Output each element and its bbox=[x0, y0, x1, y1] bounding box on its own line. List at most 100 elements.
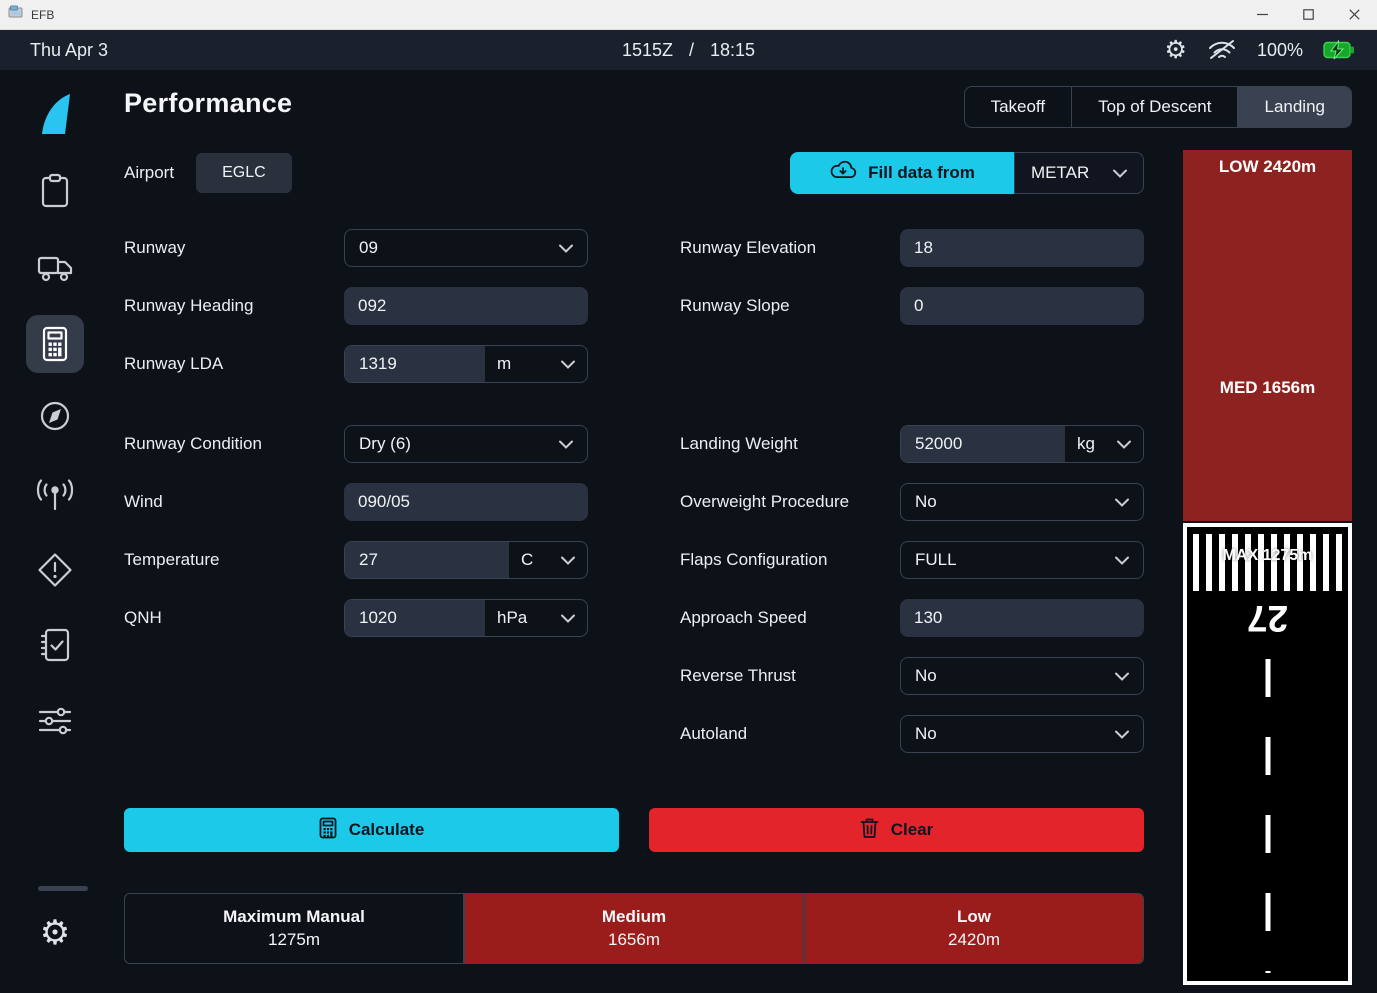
field-label: QNH bbox=[124, 608, 344, 628]
runway-lda-unit-select[interactable]: m bbox=[485, 346, 587, 382]
result-low: Low 2420m bbox=[803, 894, 1143, 963]
reverse-thrust-select[interactable]: No bbox=[900, 657, 1144, 695]
select-value: No bbox=[915, 492, 937, 512]
field-approach-speed: Approach Speed bbox=[680, 599, 1144, 637]
field-label: Runway Elevation bbox=[680, 238, 900, 258]
qnh-unit-select[interactable]: hPa bbox=[485, 600, 587, 636]
select-value: 09 bbox=[359, 238, 378, 258]
tab-takeoff[interactable]: Takeoff bbox=[965, 87, 1072, 127]
utc-time: 1515Z bbox=[622, 40, 673, 61]
maximize-button[interactable] bbox=[1285, 0, 1331, 29]
field-label: Runway Condition bbox=[124, 434, 344, 454]
field-label: Overweight Procedure bbox=[680, 492, 900, 512]
sidebar-item-truck[interactable] bbox=[0, 252, 110, 284]
airport-button[interactable]: EGLC bbox=[196, 153, 292, 193]
temperature-input[interactable] bbox=[345, 542, 509, 578]
select-value: No bbox=[915, 724, 937, 744]
calculate-label: Calculate bbox=[349, 820, 425, 840]
runway-elevation-input[interactable] bbox=[900, 229, 1144, 267]
airport-label: Airport bbox=[124, 163, 174, 183]
result-label: Low bbox=[957, 907, 991, 927]
sidebar-item-checklist[interactable] bbox=[0, 626, 110, 664]
landing-weight-unit-select[interactable]: kg bbox=[1065, 426, 1143, 462]
app-window-icon bbox=[8, 5, 24, 24]
landing-weight-input[interactable] bbox=[901, 426, 1065, 462]
field-label: Temperature bbox=[124, 550, 344, 570]
result-value: 1656m bbox=[608, 930, 660, 950]
sidebar-item-gear[interactable]: ⚙ bbox=[0, 916, 110, 950]
field-label: Reverse Thrust bbox=[680, 666, 900, 686]
field-reverse-thrust: Reverse Thrust No bbox=[680, 657, 1144, 695]
sidebar-item-sliders[interactable] bbox=[0, 703, 110, 739]
field-label: Landing Weight bbox=[680, 434, 900, 454]
runway-select[interactable]: 09 bbox=[344, 229, 588, 267]
temperature-unit-select[interactable]: C bbox=[509, 542, 587, 578]
tab-top-of-descent[interactable]: Top of Descent bbox=[1071, 87, 1237, 127]
sidebar-item-calculator[interactable] bbox=[26, 315, 84, 373]
field-autoland: Autoland No bbox=[680, 715, 1144, 753]
field-label: Approach Speed bbox=[680, 608, 900, 628]
sidebar-divider bbox=[38, 886, 88, 891]
chevron-down-icon bbox=[1115, 724, 1129, 744]
chevron-down-icon bbox=[1113, 163, 1127, 183]
runway-condition-select[interactable]: Dry (6) bbox=[344, 425, 588, 463]
unit-value: hPa bbox=[497, 608, 527, 628]
overweight-procedure-select[interactable]: No bbox=[900, 483, 1144, 521]
fill-source-select[interactable]: METAR bbox=[1014, 152, 1144, 194]
fill-data-button[interactable]: Fill data from bbox=[790, 152, 1014, 194]
select-value: FULL bbox=[915, 550, 957, 570]
result-value: 2420m bbox=[948, 930, 1000, 950]
approach-speed-input[interactable] bbox=[900, 599, 1144, 637]
tab-landing[interactable]: Landing bbox=[1237, 87, 1351, 127]
runway-graphic: MAX 1275m 27 bbox=[1183, 523, 1352, 985]
efb-window: EFB Thu Apr 3 1515Z / 18:15 ⚙ bbox=[0, 0, 1377, 993]
runway-number: 27 bbox=[1187, 597, 1348, 639]
select-value: Dry (6) bbox=[359, 434, 411, 454]
unit-value: kg bbox=[1077, 434, 1095, 454]
flaps-configuration-select[interactable]: FULL bbox=[900, 541, 1144, 579]
battery-charging-icon bbox=[1323, 40, 1355, 60]
clear-label: Clear bbox=[891, 820, 934, 840]
fill-data-label: Fill data from bbox=[868, 163, 975, 183]
gear-icon[interactable]: ⚙ bbox=[1165, 38, 1187, 63]
statusbar: Thu Apr 3 1515Z / 18:15 ⚙ 100% bbox=[0, 30, 1377, 70]
time-separator: / bbox=[689, 40, 694, 61]
chevron-down-icon bbox=[1115, 550, 1129, 570]
overrun-low-label: LOW 2420m bbox=[1183, 157, 1352, 177]
field-label: Runway LDA bbox=[124, 354, 344, 374]
wind-input[interactable] bbox=[344, 483, 588, 521]
wifi-off-icon[interactable] bbox=[1207, 37, 1237, 63]
field-temperature: Temperature C bbox=[124, 541, 588, 579]
field-runway-heading: Runway Heading bbox=[124, 287, 588, 325]
minimize-button[interactable] bbox=[1239, 0, 1285, 29]
runway-lda-input[interactable] bbox=[345, 346, 485, 382]
chevron-down-icon bbox=[1117, 434, 1131, 454]
result-maximum-manual: Maximum Manual 1275m bbox=[125, 894, 463, 963]
sidebar-item-warning[interactable] bbox=[0, 551, 110, 589]
runway-heading-input[interactable] bbox=[344, 287, 588, 325]
chevron-down-icon bbox=[1115, 492, 1129, 512]
clear-button[interactable]: Clear bbox=[649, 808, 1144, 852]
calculator-icon bbox=[319, 817, 337, 844]
sidebar-item-antenna[interactable] bbox=[0, 478, 110, 514]
close-button[interactable] bbox=[1331, 0, 1377, 29]
performance-form: Runway 09 Runway Heading Runway LDA bbox=[124, 229, 1144, 773]
chevron-down-icon bbox=[561, 608, 575, 628]
result-label: Maximum Manual bbox=[223, 907, 365, 927]
field-landing-weight: Landing Weight kg bbox=[680, 425, 1144, 463]
sidebar-item-compass[interactable] bbox=[0, 398, 110, 434]
field-runway: Runway 09 bbox=[124, 229, 588, 267]
field-runway-condition: Runway Condition Dry (6) bbox=[124, 425, 588, 463]
autoland-select[interactable]: No bbox=[900, 715, 1144, 753]
qnh-input[interactable] bbox=[345, 600, 485, 636]
fill-source-value: METAR bbox=[1031, 163, 1089, 183]
app-logo bbox=[0, 92, 110, 136]
field-label: Wind bbox=[124, 492, 344, 512]
field-runway-lda: Runway LDA m bbox=[124, 345, 588, 383]
runway-slope-input[interactable] bbox=[900, 287, 1144, 325]
field-label: Autoland bbox=[680, 724, 900, 744]
overrun-zone: LOW 2420m MED 1656m bbox=[1183, 150, 1352, 521]
field-runway-elevation: Runway Elevation bbox=[680, 229, 1144, 267]
sidebar-item-clipboard[interactable] bbox=[0, 173, 110, 209]
calculate-button[interactable]: Calculate bbox=[124, 808, 619, 852]
